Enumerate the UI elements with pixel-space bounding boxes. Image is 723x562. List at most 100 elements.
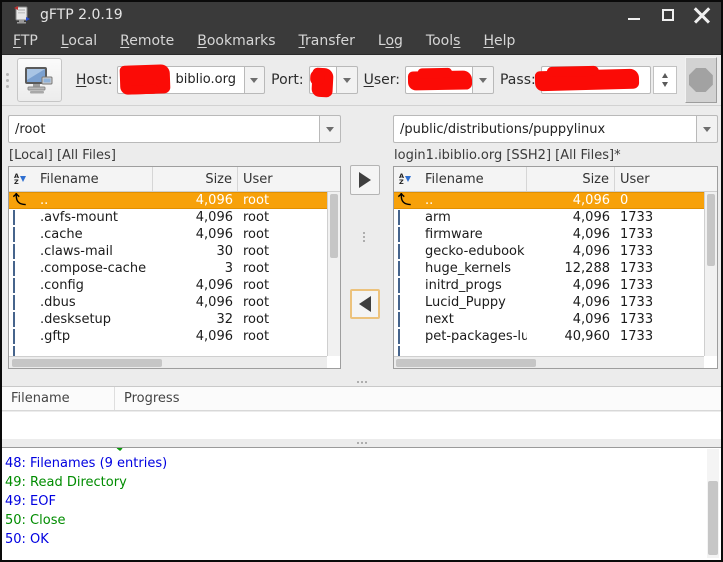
menu-item-local[interactable]: Local	[52, 30, 106, 52]
sort-icon[interactable]: AZ	[394, 167, 420, 191]
titlebar[interactable]: gFTP 2.0.19	[2, 2, 721, 28]
file-size: 40,960	[527, 329, 615, 344]
remote-path-input[interactable]: /public/distributions/puppylinux	[393, 115, 697, 143]
file-user: root	[238, 227, 311, 242]
remote-path-value: /public/distributions/puppylinux	[400, 122, 605, 137]
queue-column-filename[interactable]: Filename	[2, 387, 115, 410]
log-splitter[interactable]	[2, 439, 721, 447]
file-user: 1733	[615, 261, 688, 276]
menu-item-log[interactable]: Log	[369, 30, 412, 52]
file-row[interactable]: .config4,096root	[9, 277, 327, 294]
local-vertical-scrollbar[interactable]	[327, 192, 340, 356]
file-row[interactable]: ⤴..4,0960	[394, 192, 704, 209]
file-row-partial[interactable]	[9, 345, 327, 356]
column-header-size[interactable]: Size	[527, 167, 615, 191]
column-header-filename[interactable]: Filename	[420, 167, 527, 191]
port-label: Port:	[271, 72, 304, 88]
pane-splitter-handle[interactable]	[363, 232, 365, 242]
local-path-dropdown-button[interactable]	[320, 115, 341, 143]
toolbar-grip[interactable]	[6, 67, 13, 93]
user-input[interactable]	[405, 66, 473, 94]
maximize-icon[interactable]	[659, 6, 677, 24]
port-dropdown-button[interactable]	[337, 66, 358, 94]
remote-path-dropdown-button[interactable]	[697, 115, 718, 143]
file-user: 1733	[615, 329, 688, 344]
file-row[interactable]: .claws-mail30root	[9, 243, 327, 260]
column-header-size[interactable]: Size	[153, 167, 238, 191]
scrollbar-thumb[interactable]	[330, 194, 338, 258]
port-spinner[interactable]	[653, 66, 677, 94]
scrollbar-thumb[interactable]	[708, 481, 718, 555]
remote-status-label: login1.ibiblio.org [SSH2] [All Files]*	[394, 148, 718, 163]
menu-item-remote[interactable]: Remote	[111, 30, 183, 52]
folder-icon	[398, 295, 400, 310]
local-list-body: ⤴..4,096root.avfs-mount4,096root.cache4,…	[9, 192, 327, 356]
up-directory-icon: ⤴	[13, 194, 26, 207]
file-name: next	[420, 312, 527, 327]
file-row[interactable]: initrd_progs4,0961733	[394, 277, 704, 294]
file-size: 12,288	[527, 261, 615, 276]
folder-icon	[13, 278, 15, 293]
menu-item-bookmarks[interactable]: Bookmarks	[188, 30, 284, 52]
menubar: FTPLocalRemoteBookmarks TransferLogToolsH…	[2, 28, 721, 55]
spin-up-icon[interactable]	[662, 73, 668, 78]
minimize-icon[interactable]	[625, 6, 643, 24]
file-row[interactable]: gecko-edubook4,0961733	[394, 243, 704, 260]
menu-item-help[interactable]: Help	[474, 30, 524, 52]
menu-item-ftp[interactable]: FTP	[4, 30, 47, 52]
menu-item-transfer[interactable]: Transfer	[290, 30, 364, 52]
local-list-header: AZ Filename Size User	[9, 167, 340, 192]
file-row[interactable]: next4,0961733	[394, 311, 704, 328]
column-header-filename[interactable]: Filename	[35, 167, 153, 191]
redaction-blob	[534, 69, 638, 92]
file-row[interactable]: .compose-cache3root	[9, 260, 327, 277]
file-row[interactable]: arm4,0961733	[394, 209, 704, 226]
transfer-right-button[interactable]	[350, 165, 380, 195]
file-user: root	[238, 278, 311, 293]
file-row[interactable]: .desksetup32root	[9, 311, 327, 328]
scrollbar-thumb[interactable]	[12, 359, 162, 367]
file-row[interactable]: huge_kernels12,2881733	[394, 260, 704, 277]
local-horizontal-scrollbar[interactable]	[9, 356, 327, 368]
file-row[interactable]: Lucid_Puppy4,0961733	[394, 294, 704, 311]
transfer-left-button[interactable]	[350, 289, 380, 319]
file-name: Lucid_Puppy	[420, 295, 527, 310]
file-name: .compose-cache	[35, 261, 153, 276]
remote-vertical-scrollbar[interactable]	[704, 192, 717, 356]
file-row[interactable]: .gftp4,096root	[9, 328, 327, 345]
file-row[interactable]: ⤴..4,096root	[9, 192, 327, 209]
file-user: root	[238, 193, 311, 208]
close-icon[interactable]	[693, 6, 711, 24]
pass-input[interactable]	[541, 66, 651, 94]
sort-icon[interactable]: AZ	[9, 167, 35, 191]
log-scrollbar[interactable]	[707, 449, 719, 558]
menu-item-tools[interactable]: Tools	[417, 30, 470, 52]
remote-horizontal-scrollbar[interactable]	[394, 356, 704, 368]
file-row[interactable]: .avfs-mount4,096root	[9, 209, 327, 226]
computer-icon	[22, 63, 56, 97]
log-line: 49: EOF	[5, 492, 721, 511]
connect-button[interactable]	[685, 57, 717, 103]
queue-column-progress[interactable]: Progress	[115, 387, 188, 410]
queue-splitter[interactable]	[2, 378, 721, 386]
file-row-partial[interactable]	[394, 345, 704, 356]
file-size: 4,096	[527, 227, 615, 242]
user-dropdown-button[interactable]	[473, 66, 494, 94]
file-row[interactable]: pet-packages-lu40,9601733	[394, 328, 704, 345]
file-row[interactable]: .cache4,096root	[9, 226, 327, 243]
file-row[interactable]: firmware4,0961733	[394, 226, 704, 243]
spin-down-icon[interactable]	[662, 82, 668, 87]
folder-icon	[398, 261, 400, 276]
column-header-user[interactable]: User	[238, 167, 311, 191]
scrollbar-thumb[interactable]	[396, 359, 536, 367]
host-input[interactable]: biblio.org	[117, 66, 244, 94]
connect-computer-button[interactable]	[17, 58, 62, 102]
host-dropdown-button[interactable]	[245, 66, 266, 94]
folder-icon	[13, 312, 15, 327]
column-header-user[interactable]: User	[615, 167, 688, 191]
file-row[interactable]: .dbus4,096root	[9, 294, 327, 311]
scrollbar-thumb[interactable]	[707, 194, 715, 266]
local-path-input[interactable]: /root	[8, 115, 320, 143]
file-size: 4,096	[527, 210, 615, 225]
port-input[interactable]	[309, 66, 337, 94]
